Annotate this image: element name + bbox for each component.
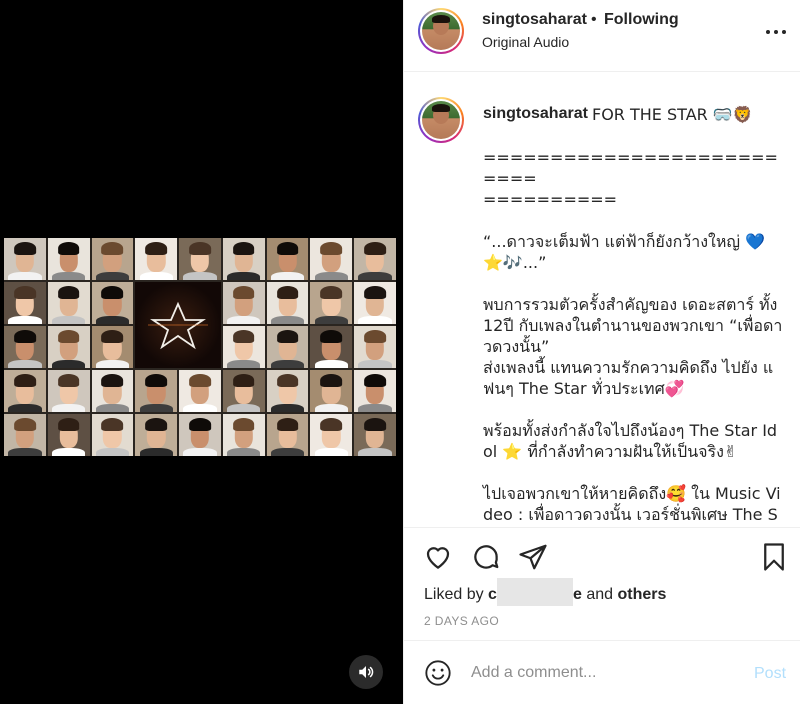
video-face-tile xyxy=(135,370,178,412)
redacted-username xyxy=(496,578,573,606)
original-audio-link[interactable]: Original Audio xyxy=(482,34,569,50)
video-face-tile xyxy=(354,370,396,412)
video-face-tile xyxy=(266,370,309,412)
video-face-tile xyxy=(91,238,134,280)
video-face-tile xyxy=(354,282,396,324)
post-header: singtosaharat • Following Original Audio xyxy=(404,0,800,72)
video-face-tile xyxy=(4,326,46,368)
video-face-tile xyxy=(222,238,265,280)
video-face-tile xyxy=(266,414,309,456)
video-face-tile xyxy=(310,414,353,456)
video-face-tile xyxy=(310,326,353,368)
video-face-tile xyxy=(310,238,353,280)
video-face-tile xyxy=(266,326,309,368)
avatar xyxy=(422,101,460,139)
video-face-tile xyxy=(179,238,221,280)
share-icon[interactable] xyxy=(518,542,548,572)
header-username-link[interactable]: singtosaharat xyxy=(482,11,587,29)
video-face-tile xyxy=(4,238,46,280)
post-timestamp[interactable]: 2 DAYS AGO xyxy=(424,614,499,628)
bookmark-icon[interactable] xyxy=(759,542,789,572)
video-face-tile xyxy=(179,414,221,456)
video-face-tile xyxy=(47,370,90,412)
more-horizontal-icon[interactable] xyxy=(764,22,788,42)
following-button[interactable]: Following xyxy=(604,11,679,29)
video-face-tile xyxy=(91,414,134,456)
video-star-logo-tile xyxy=(135,282,221,368)
video-face-tile xyxy=(222,326,265,368)
video-face-tile xyxy=(91,282,134,324)
comment-input[interactable] xyxy=(471,661,731,685)
video-face-tile xyxy=(222,414,265,456)
liked-by-connector: and xyxy=(586,586,614,604)
sound-toggle-button[interactable] xyxy=(349,655,383,689)
video-face-tile xyxy=(4,370,46,412)
comment-bar: Post xyxy=(404,640,800,704)
smiley-icon[interactable] xyxy=(424,659,452,687)
action-bar xyxy=(404,528,800,580)
video-face-tile xyxy=(266,238,309,280)
liked-by-prefix: Liked by xyxy=(424,586,484,604)
post-comment-button[interactable]: Post xyxy=(754,665,786,683)
video-face-tile xyxy=(310,370,353,412)
video-face-tile xyxy=(179,370,221,412)
header-avatar[interactable] xyxy=(418,8,464,54)
video-face-tile xyxy=(354,414,396,456)
heart-icon[interactable] xyxy=(423,542,453,572)
caption-text: ========================== ========== “.… xyxy=(483,148,783,527)
caption-username-link[interactable]: singtosaharat xyxy=(483,105,588,123)
video-face-tile xyxy=(91,326,134,368)
video-face-tile xyxy=(135,238,178,280)
caption-scroll-area[interactable]: singtosaharat FOR THE STAR 🥽🦁 ==========… xyxy=(404,73,800,528)
post-video[interactable] xyxy=(0,0,403,704)
liked-by-line: Liked by ce and others xyxy=(424,578,666,606)
volume-icon xyxy=(359,666,374,678)
video-face-tile xyxy=(4,282,46,324)
caption-avatar[interactable] xyxy=(418,97,464,143)
video-face-tile xyxy=(222,370,265,412)
separator-dot: • xyxy=(591,11,597,28)
video-face-tile xyxy=(354,326,396,368)
video-face-tile xyxy=(4,414,46,456)
video-face-tile xyxy=(222,282,265,324)
avatar xyxy=(422,12,460,50)
video-face-tile xyxy=(47,238,90,280)
star-logo-icon xyxy=(148,301,209,350)
post-side-panel: singtosaharat • Following Original Audio… xyxy=(403,0,800,704)
video-face-tile xyxy=(266,282,309,324)
video-frame-collage xyxy=(4,238,396,456)
video-face-tile xyxy=(47,414,90,456)
comment-icon[interactable] xyxy=(471,542,501,572)
video-face-tile xyxy=(47,326,90,368)
video-face-tile xyxy=(135,414,178,456)
video-face-tile xyxy=(310,282,353,324)
liked-by-user-link[interactable]: ce xyxy=(488,578,582,606)
liked-by-others-link[interactable]: others xyxy=(617,586,666,603)
video-face-tile xyxy=(91,370,134,412)
caption-first-line: FOR THE STAR 🥽🦁 xyxy=(592,105,753,124)
video-face-tile xyxy=(47,282,90,324)
video-face-tile xyxy=(354,238,396,280)
